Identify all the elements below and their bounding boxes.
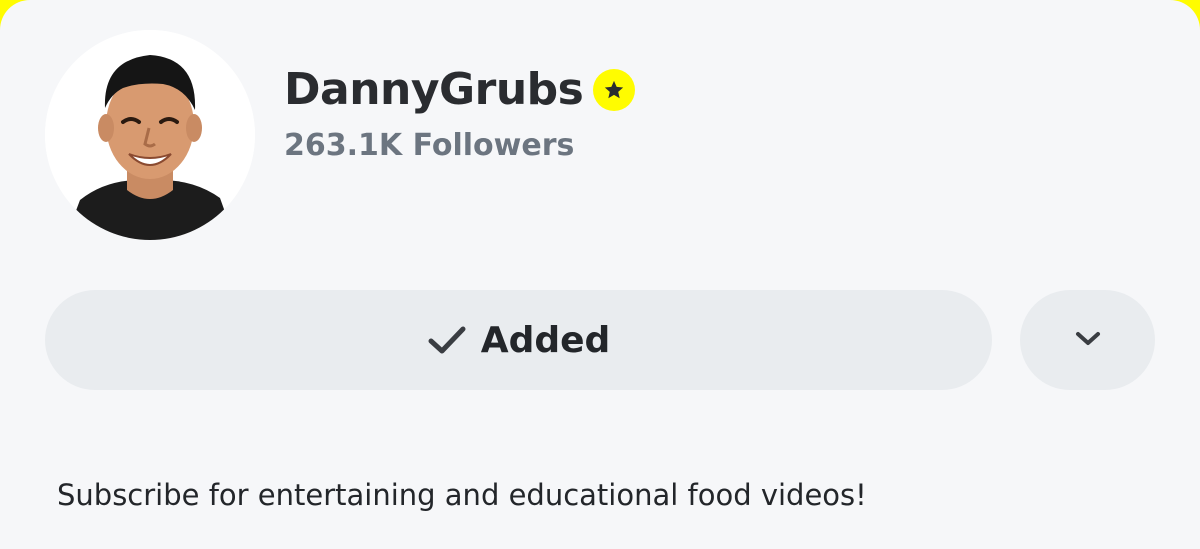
added-button[interactable]: Added (45, 290, 992, 390)
profile-card: DannyGrubs 263.1K Followers Added Subscr… (0, 0, 1200, 549)
profile-bio: Subscribe for entertaining and education… (57, 478, 867, 512)
profile-name-row: DannyGrubs (284, 60, 636, 120)
checkmark-icon (427, 324, 467, 356)
star-badge-icon (593, 69, 636, 111)
avatar[interactable] (45, 30, 255, 240)
chevron-down-icon (1073, 328, 1103, 353)
more-options-button[interactable] (1020, 290, 1155, 390)
profile-name: DannyGrubs (284, 64, 584, 115)
avatar-portrait (45, 30, 255, 240)
followers-count: 263.1K Followers (284, 128, 575, 163)
added-button-label: Added (480, 319, 611, 361)
star-icon (605, 80, 624, 99)
